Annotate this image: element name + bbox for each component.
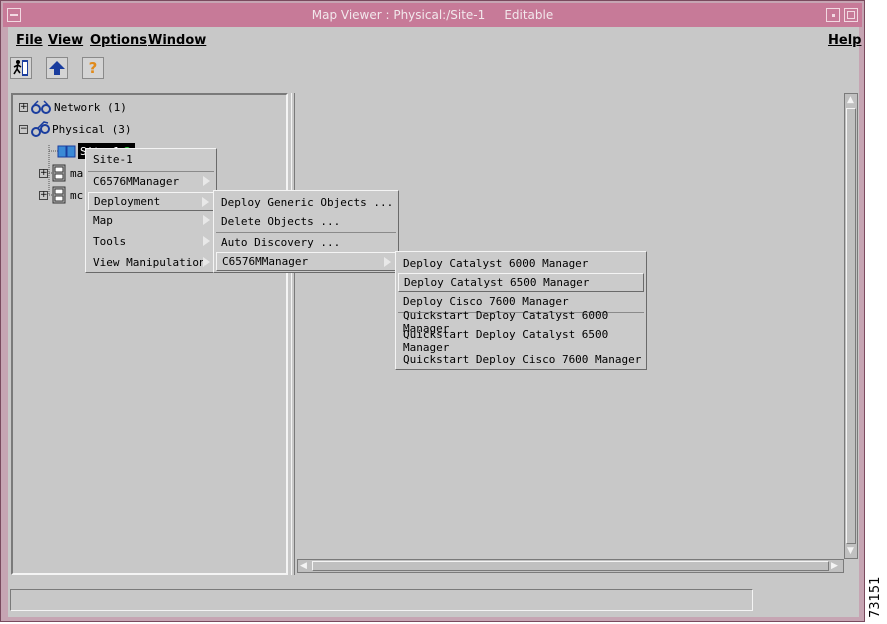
exit-icon xyxy=(13,60,28,76)
context-item-map[interactable]: Map xyxy=(88,211,214,230)
submenu-arrow-icon xyxy=(384,257,391,267)
menu-item-label: Deploy Generic Objects ... xyxy=(221,196,394,209)
horizontal-scrollbar[interactable]: ◀ ▶ xyxy=(297,559,844,573)
tree-node-manager-2[interactable]: + mc xyxy=(39,186,83,204)
site-icon xyxy=(57,145,76,158)
context-item-deployment[interactable]: Deployment xyxy=(88,192,214,211)
menu-view[interactable]: View xyxy=(48,33,83,48)
menu-item-label: Deploy Catalyst 6000 Manager xyxy=(403,257,589,270)
expand-icon[interactable]: + xyxy=(39,168,48,178)
menu-item-label: Auto Discovery ... xyxy=(221,235,341,249)
device-icon xyxy=(52,164,66,182)
quickstart-catalyst-6500-item[interactable]: Quickstart Deploy Catalyst 6500 Manager xyxy=(398,328,644,354)
context-item-label: Site-1 xyxy=(93,153,133,166)
menu-file[interactable]: File xyxy=(16,33,43,48)
menu-item-label: Deploy Cisco 7600 Manager xyxy=(403,295,569,308)
collapse-icon[interactable]: − xyxy=(19,124,28,134)
scroll-down-icon[interactable]: ▼ xyxy=(847,546,854,556)
deploy-catalyst-6000-item[interactable]: Deploy Catalyst 6000 Manager xyxy=(398,254,644,273)
menu-item-label: Quickstart Deploy Cisco 7600 Manager xyxy=(403,353,642,366)
submenu-arrow-icon xyxy=(202,197,209,207)
window-menu-icon xyxy=(10,14,18,16)
expand-icon[interactable]: + xyxy=(19,102,28,112)
menu-options[interactable]: Options xyxy=(90,33,147,48)
physical-icon xyxy=(31,121,50,137)
submenu-arrow-icon xyxy=(203,176,210,186)
window-title: Map Viewer : Physical:/Site-1 Editable xyxy=(311,8,554,22)
tree-label-physical: Physical (3) xyxy=(52,122,132,136)
up-arrow-icon xyxy=(49,61,65,75)
menu-window[interactable]: Window xyxy=(148,33,206,48)
maximize-button[interactable] xyxy=(844,8,858,22)
context-item-label: Tools xyxy=(93,235,127,248)
context-item-view-manipulation[interactable]: View Manipulation xyxy=(88,253,214,272)
menu-item-label: Deploy Catalyst 6500 Manager xyxy=(404,276,590,289)
c6576mmanager-submenu-item[interactable]: C6576MManager xyxy=(216,252,396,271)
manager-submenu: Deploy Catalyst 6000 Manager Deploy Cata… xyxy=(395,251,647,370)
title-bar[interactable]: Map Viewer : Physical:/Site-1 Editable xyxy=(3,3,862,27)
delete-objects-item[interactable]: Delete Objects ... xyxy=(216,212,396,231)
tree-label-manager-2: mc xyxy=(70,188,84,202)
horizontal-scroll-thumb[interactable] xyxy=(312,561,829,571)
context-item-label: View Manipulation xyxy=(93,256,206,269)
context-item-site[interactable]: Site-1 xyxy=(88,150,214,169)
context-item-c6576mmanager[interactable]: C6576MManager xyxy=(88,171,214,190)
minimize-button[interactable] xyxy=(826,8,840,22)
deployment-submenu: Deploy Generic Objects ... Delete Object… xyxy=(213,190,399,273)
submenu-arrow-icon xyxy=(203,236,210,246)
expand-icon[interactable]: + xyxy=(39,190,48,200)
menu-item-label: C6576MManager xyxy=(222,255,309,268)
scroll-up-icon[interactable]: ▲ xyxy=(847,95,854,105)
menu-item-label: Delete Objects ... xyxy=(221,215,341,228)
context-item-label: Deployment xyxy=(94,195,161,208)
context-item-tools[interactable]: Tools xyxy=(88,232,214,251)
scroll-left-icon[interactable]: ◀ xyxy=(300,561,307,571)
context-item-label: Map xyxy=(93,214,113,227)
help-button[interactable]: ? xyxy=(82,57,104,79)
context-menu: Site-1 C6576MManager Deployment Map Tool… xyxy=(85,148,217,273)
maximize-icon xyxy=(847,11,855,19)
exit-button[interactable] xyxy=(10,57,32,79)
network-icon xyxy=(31,100,51,114)
vertical-scrollbar[interactable]: ▲ ▼ xyxy=(844,93,858,559)
up-button[interactable] xyxy=(46,57,68,79)
submenu-arrow-icon xyxy=(203,257,210,267)
quickstart-cisco-7600-item[interactable]: Quickstart Deploy Cisco 7600 Manager xyxy=(398,350,644,369)
context-item-label: C6576MManager xyxy=(93,174,180,188)
help-icon: ? xyxy=(88,59,98,77)
status-bar xyxy=(10,589,753,611)
figure-number: 73151 xyxy=(866,576,886,622)
pane-splitter[interactable] xyxy=(291,93,295,575)
tree-node-manager-1[interactable]: + ma xyxy=(39,164,83,182)
deploy-generic-objects-item[interactable]: Deploy Generic Objects ... xyxy=(216,193,396,212)
tree-label-manager-1: ma xyxy=(70,166,84,180)
tree-node-network[interactable]: + Network (1) xyxy=(19,98,127,116)
scroll-right-icon[interactable]: ▶ xyxy=(831,561,838,571)
vertical-scroll-thumb[interactable] xyxy=(846,108,856,544)
deploy-catalyst-6500-item[interactable]: Deploy Catalyst 6500 Manager xyxy=(398,273,644,292)
figure-number-text: 73151 xyxy=(868,576,883,618)
menu-help[interactable]: Help xyxy=(828,33,861,48)
tree-node-physical[interactable]: − Physical (3) xyxy=(19,120,131,138)
minimize-icon xyxy=(831,13,835,17)
auto-discovery-item[interactable]: Auto Discovery ... xyxy=(216,232,396,251)
menu-bar: File View Options Window Help xyxy=(8,27,861,53)
device-icon xyxy=(52,186,66,204)
tree-label-network: Network (1) xyxy=(54,100,127,114)
submenu-arrow-icon xyxy=(203,215,210,225)
window-menu-button[interactable] xyxy=(7,8,21,22)
